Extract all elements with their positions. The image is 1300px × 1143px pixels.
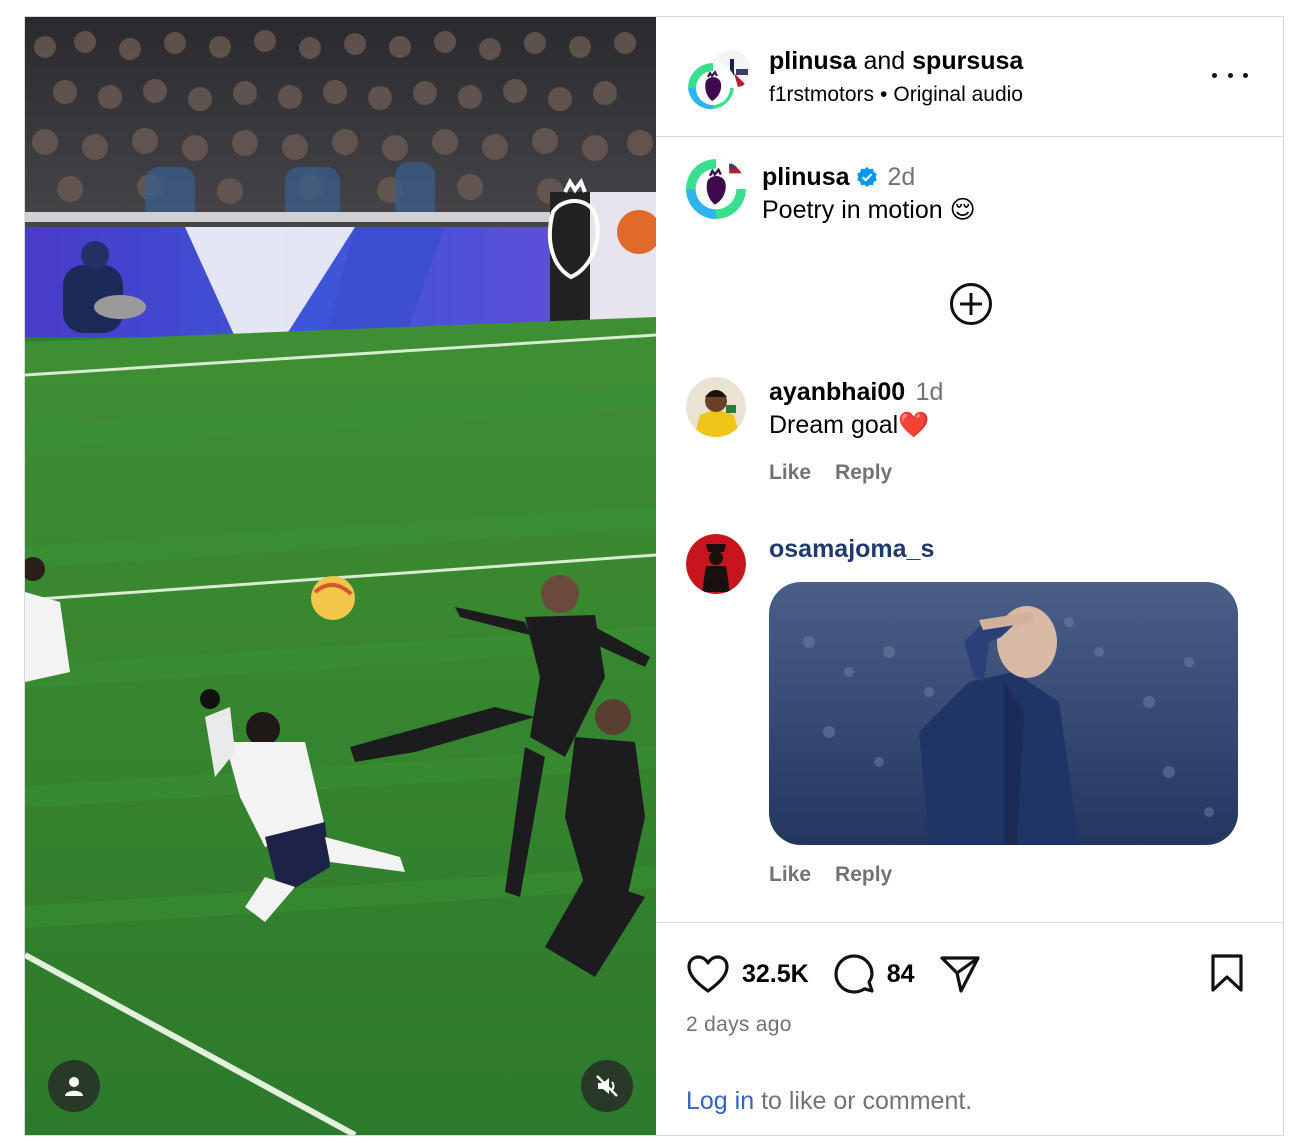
header-user1[interactable]: plinusa (769, 47, 857, 75)
mute-toggle-button[interactable] (581, 1060, 633, 1112)
video-frame (25, 17, 656, 1135)
post-side-panel: plinusa and spursusa f1rstmotors • Origina… (656, 17, 1283, 1135)
header-text: plinusa and spursusa f1rstmotors • Origina… (769, 46, 1023, 109)
like-comment-button[interactable]: Like (769, 461, 811, 485)
like-comment-button[interactable]: Like (769, 863, 811, 887)
comment-avatar[interactable] (686, 534, 746, 594)
comment-username[interactable]: ayanbhai00 (769, 378, 905, 406)
comment-text: Dream goal❤️ (769, 411, 930, 439)
like-button[interactable]: 32.5K (686, 954, 809, 994)
caption-age: 2d (887, 163, 916, 191)
verified-icon (856, 167, 877, 187)
action-bar: 32.5K 84 (686, 953, 981, 995)
comment-actions: Like Reply (769, 461, 943, 485)
comment-count: 84 (886, 959, 915, 988)
comment-actions: Like Reply (769, 863, 1238, 887)
reply-comment-button[interactable]: Reply (835, 461, 892, 485)
comment-avatar[interactable] (686, 377, 746, 437)
like-count: 32.5K (742, 959, 809, 988)
more-icon (1212, 72, 1217, 78)
bookmark-icon (1211, 954, 1243, 992)
login-link[interactable]: Log in (686, 1087, 754, 1115)
comment-button[interactable]: 84 (833, 953, 915, 995)
share-button[interactable] (939, 954, 981, 994)
plus-circle-icon[interactable] (949, 282, 993, 326)
share-icon (939, 956, 980, 993)
login-prompt-text: to like or comment. (754, 1087, 973, 1115)
comment-body: ayanbhai00 1d Dream goal❤️ Like Reply (769, 377, 943, 485)
heart-icon (687, 955, 729, 993)
person-icon (65, 1077, 83, 1096)
comment-gif[interactable] (769, 582, 1238, 845)
collab-avatars[interactable] (686, 47, 752, 111)
header-subline: f1rstmotors • Original audio (769, 81, 1023, 109)
caption-body: plinusa 2d Poetry in motion 😌 (762, 162, 976, 226)
reply-comment-button[interactable]: Reply (835, 863, 892, 887)
caption-avatar[interactable] (686, 159, 746, 219)
audio-link[interactable]: Original audio (893, 83, 1023, 106)
login-prompt: Log in to like or comment. (686, 1087, 972, 1116)
post-footer: 32.5K 84 2 days ago Log in to like or co… (656, 922, 1283, 1135)
header-joiner: and (863, 47, 906, 75)
comment-icon (834, 954, 874, 994)
caption-text: Poetry in motion 😌 (762, 196, 976, 224)
more-options-button[interactable] (1212, 65, 1248, 85)
plinusa-avatar[interactable] (686, 61, 736, 111)
caption-username[interactable]: plinusa (762, 163, 850, 191)
comment-age: 1d (915, 378, 944, 406)
comment-body: osamajoma_s Like Reply (769, 534, 1238, 887)
mute-icon (596, 1075, 618, 1097)
subline-user[interactable]: f1rstmotors (769, 83, 874, 106)
subline-separator: • (880, 83, 888, 106)
tagged-users-button[interactable] (48, 1060, 100, 1112)
comment-item: osamajoma_s Like Reply (686, 534, 1256, 894)
save-button[interactable] (1210, 953, 1244, 998)
post-container: plinusa and spursusa f1rstmotors • Origina… (24, 16, 1284, 1136)
header-user2[interactable]: spursusa (912, 47, 1023, 75)
post-header: plinusa and spursusa f1rstmotors • Origina… (656, 17, 1283, 137)
video-player[interactable] (25, 17, 656, 1135)
collab-title: plinusa and spursusa (769, 46, 1023, 76)
post-date: 2 days ago (686, 1013, 792, 1036)
comment-item: ayanbhai00 1d Dream goal❤️ Like Reply (686, 377, 1256, 497)
comment-username[interactable]: osamajoma_s (769, 534, 1238, 564)
